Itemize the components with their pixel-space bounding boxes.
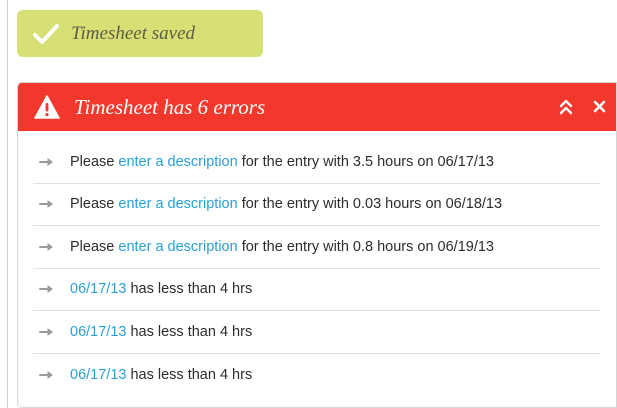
error-list-item: 06/17/13 has less than 4 hrs <box>33 354 600 397</box>
arrow-right-icon <box>39 157 53 166</box>
check-icon <box>33 23 59 44</box>
error-text-suffix: for the entry with 0.03 hours on 06/18/1… <box>237 196 503 213</box>
arrow-right-icon <box>39 242 53 251</box>
error-link[interactable]: enter a description <box>118 196 237 212</box>
arrow-right-icon <box>39 327 53 336</box>
error-text-prefix: Please <box>70 238 119 255</box>
double-chevron-up-icon[interactable] <box>559 99 573 115</box>
error-list-item: 06/17/13 has less than 4 hrs <box>33 269 600 311</box>
error-list-item: 06/17/13 has less than 4 hrs <box>33 311 600 354</box>
success-toast: Timesheet saved <box>17 10 263 57</box>
error-link[interactable]: 06/17/13 <box>70 281 126 297</box>
error-link[interactable]: enter a description <box>118 154 237 170</box>
error-text-suffix: has less than 4 hrs <box>126 366 253 383</box>
error-text-suffix: has less than 4 hrs <box>126 281 253 298</box>
error-list: Please enter a description for the entry… <box>33 131 600 396</box>
error-text-prefix: Please <box>70 196 119 213</box>
error-text-prefix: Please <box>70 153 119 170</box>
toast-message: Timesheet saved <box>71 22 196 44</box>
error-list-item: Please enter a description for the entry… <box>33 226 600 269</box>
error-text-suffix: has less than 4 hrs <box>126 323 253 340</box>
arrow-right-icon <box>39 200 53 209</box>
error-panel: Timesheet has 6 errors Please enter a de… <box>17 82 617 408</box>
error-list-item: Please enter a description for the entry… <box>33 184 600 226</box>
arrow-right-icon <box>39 285 53 294</box>
error-text-suffix: for the entry with 3.5 hours on 06/17/13 <box>237 153 494 170</box>
arrow-right-icon <box>39 370 53 379</box>
error-link[interactable]: 06/17/13 <box>70 324 126 340</box>
warning-icon <box>34 95 60 119</box>
error-list-item: Please enter a description for the entry… <box>33 141 600 184</box>
page-edge-divider <box>7 0 8 408</box>
error-text-suffix: for the entry with 0.8 hours on 06/19/13 <box>237 238 494 255</box>
error-panel-title: Timesheet has 6 errors <box>74 94 266 119</box>
error-panel-header: Timesheet has 6 errors <box>18 83 616 131</box>
error-link[interactable]: 06/17/13 <box>70 367 126 383</box>
close-icon[interactable] <box>593 100 606 113</box>
error-link[interactable]: enter a description <box>118 239 237 255</box>
